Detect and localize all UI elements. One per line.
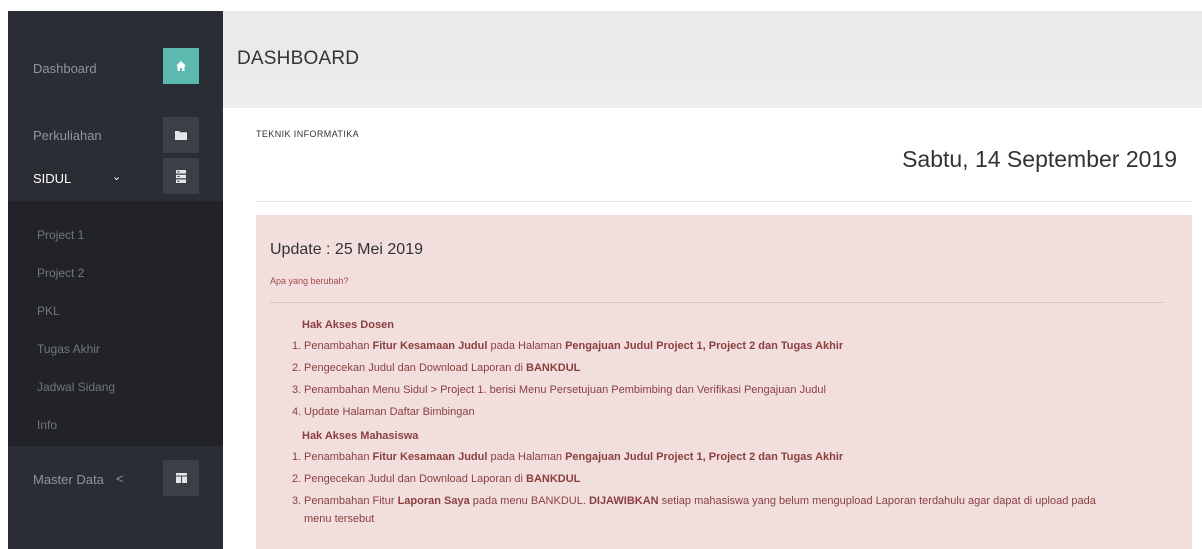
submenu-item-info[interactable]: Info [37, 418, 57, 432]
content-panel: TEKNIK INFORMATIKA Sabtu, 14 September 2… [231, 108, 1197, 549]
submenu-item-tugas-akhir[interactable]: Tugas Akhir [37, 342, 100, 356]
folder-icon[interactable] [163, 117, 199, 153]
sidul-submenu: Project 1 Project 2 PKL Tugas Akhir Jadw… [8, 201, 223, 446]
list-item: 4. Update Halaman Daftar Bimbingan [292, 406, 475, 418]
server-icon[interactable] [163, 158, 199, 194]
submenu-item-project-2[interactable]: Project 2 [37, 266, 84, 280]
sidebar: Dashboard Perkuliahan SIDUL ⌄ Project 1 … [8, 11, 223, 549]
divider [256, 201, 1192, 202]
list-item: 1. Penambahan Fitur Kesamaan Judul pada H… [292, 451, 844, 463]
home-icon[interactable] [163, 48, 199, 84]
page-header: DASHBOARD [223, 11, 1202, 81]
update-subtitle: Apa yang berubah? [270, 276, 349, 286]
update-alert: Update : 25 Mei 2019 Apa yang berubah? H… [256, 215, 1192, 549]
sidebar-item-label: Dashboard [33, 61, 97, 76]
list-item: 2. Pengecekan Judul dan Download Laporan … [292, 473, 581, 485]
list-item: 2. Pengecekan Judul dan Download Laporan … [292, 362, 581, 374]
list-item: 3. Penambahan Menu Sidul > Project 1. ber… [292, 384, 826, 396]
app-window: Dashboard Perkuliahan SIDUL ⌄ Project 1 … [0, 0, 1202, 549]
sidebar-item-label: Master Data [33, 472, 104, 487]
submenu-item-pkl[interactable]: PKL [37, 304, 60, 318]
department-label: TEKNIK INFORMATIKA [256, 129, 360, 139]
update-title: Update : 25 Mei 2019 [270, 241, 423, 258]
list-item: 1. Penambahan Fitur Kesamaan Judul pada H… [292, 340, 844, 352]
header-spacer [223, 81, 1202, 108]
sidebar-item-label: SIDUL [33, 171, 72, 186]
submenu-item-jadwal-sidang[interactable]: Jadwal Sidang [37, 380, 115, 394]
table-icon[interactable] [163, 460, 199, 496]
page-title: DASHBOARD [237, 48, 360, 69]
sidebar-item-label: Perkuliahan [33, 128, 102, 143]
submenu-item-project-1[interactable]: Project 1 [37, 228, 84, 242]
section-heading-dosen: Hak Akses Dosen [302, 319, 394, 331]
current-date: Sabtu, 14 September 2019 [902, 146, 1177, 172]
chevron-left-icon: < [116, 471, 124, 486]
chevron-down-icon: ⌄ [112, 171, 122, 183]
list-item: 3. Penambahan Fitur Laporan Saya pada men… [292, 495, 1096, 525]
alert-divider [270, 302, 1163, 303]
section-heading-mahasiswa: Hak Akses Mahasiswa [302, 430, 419, 442]
